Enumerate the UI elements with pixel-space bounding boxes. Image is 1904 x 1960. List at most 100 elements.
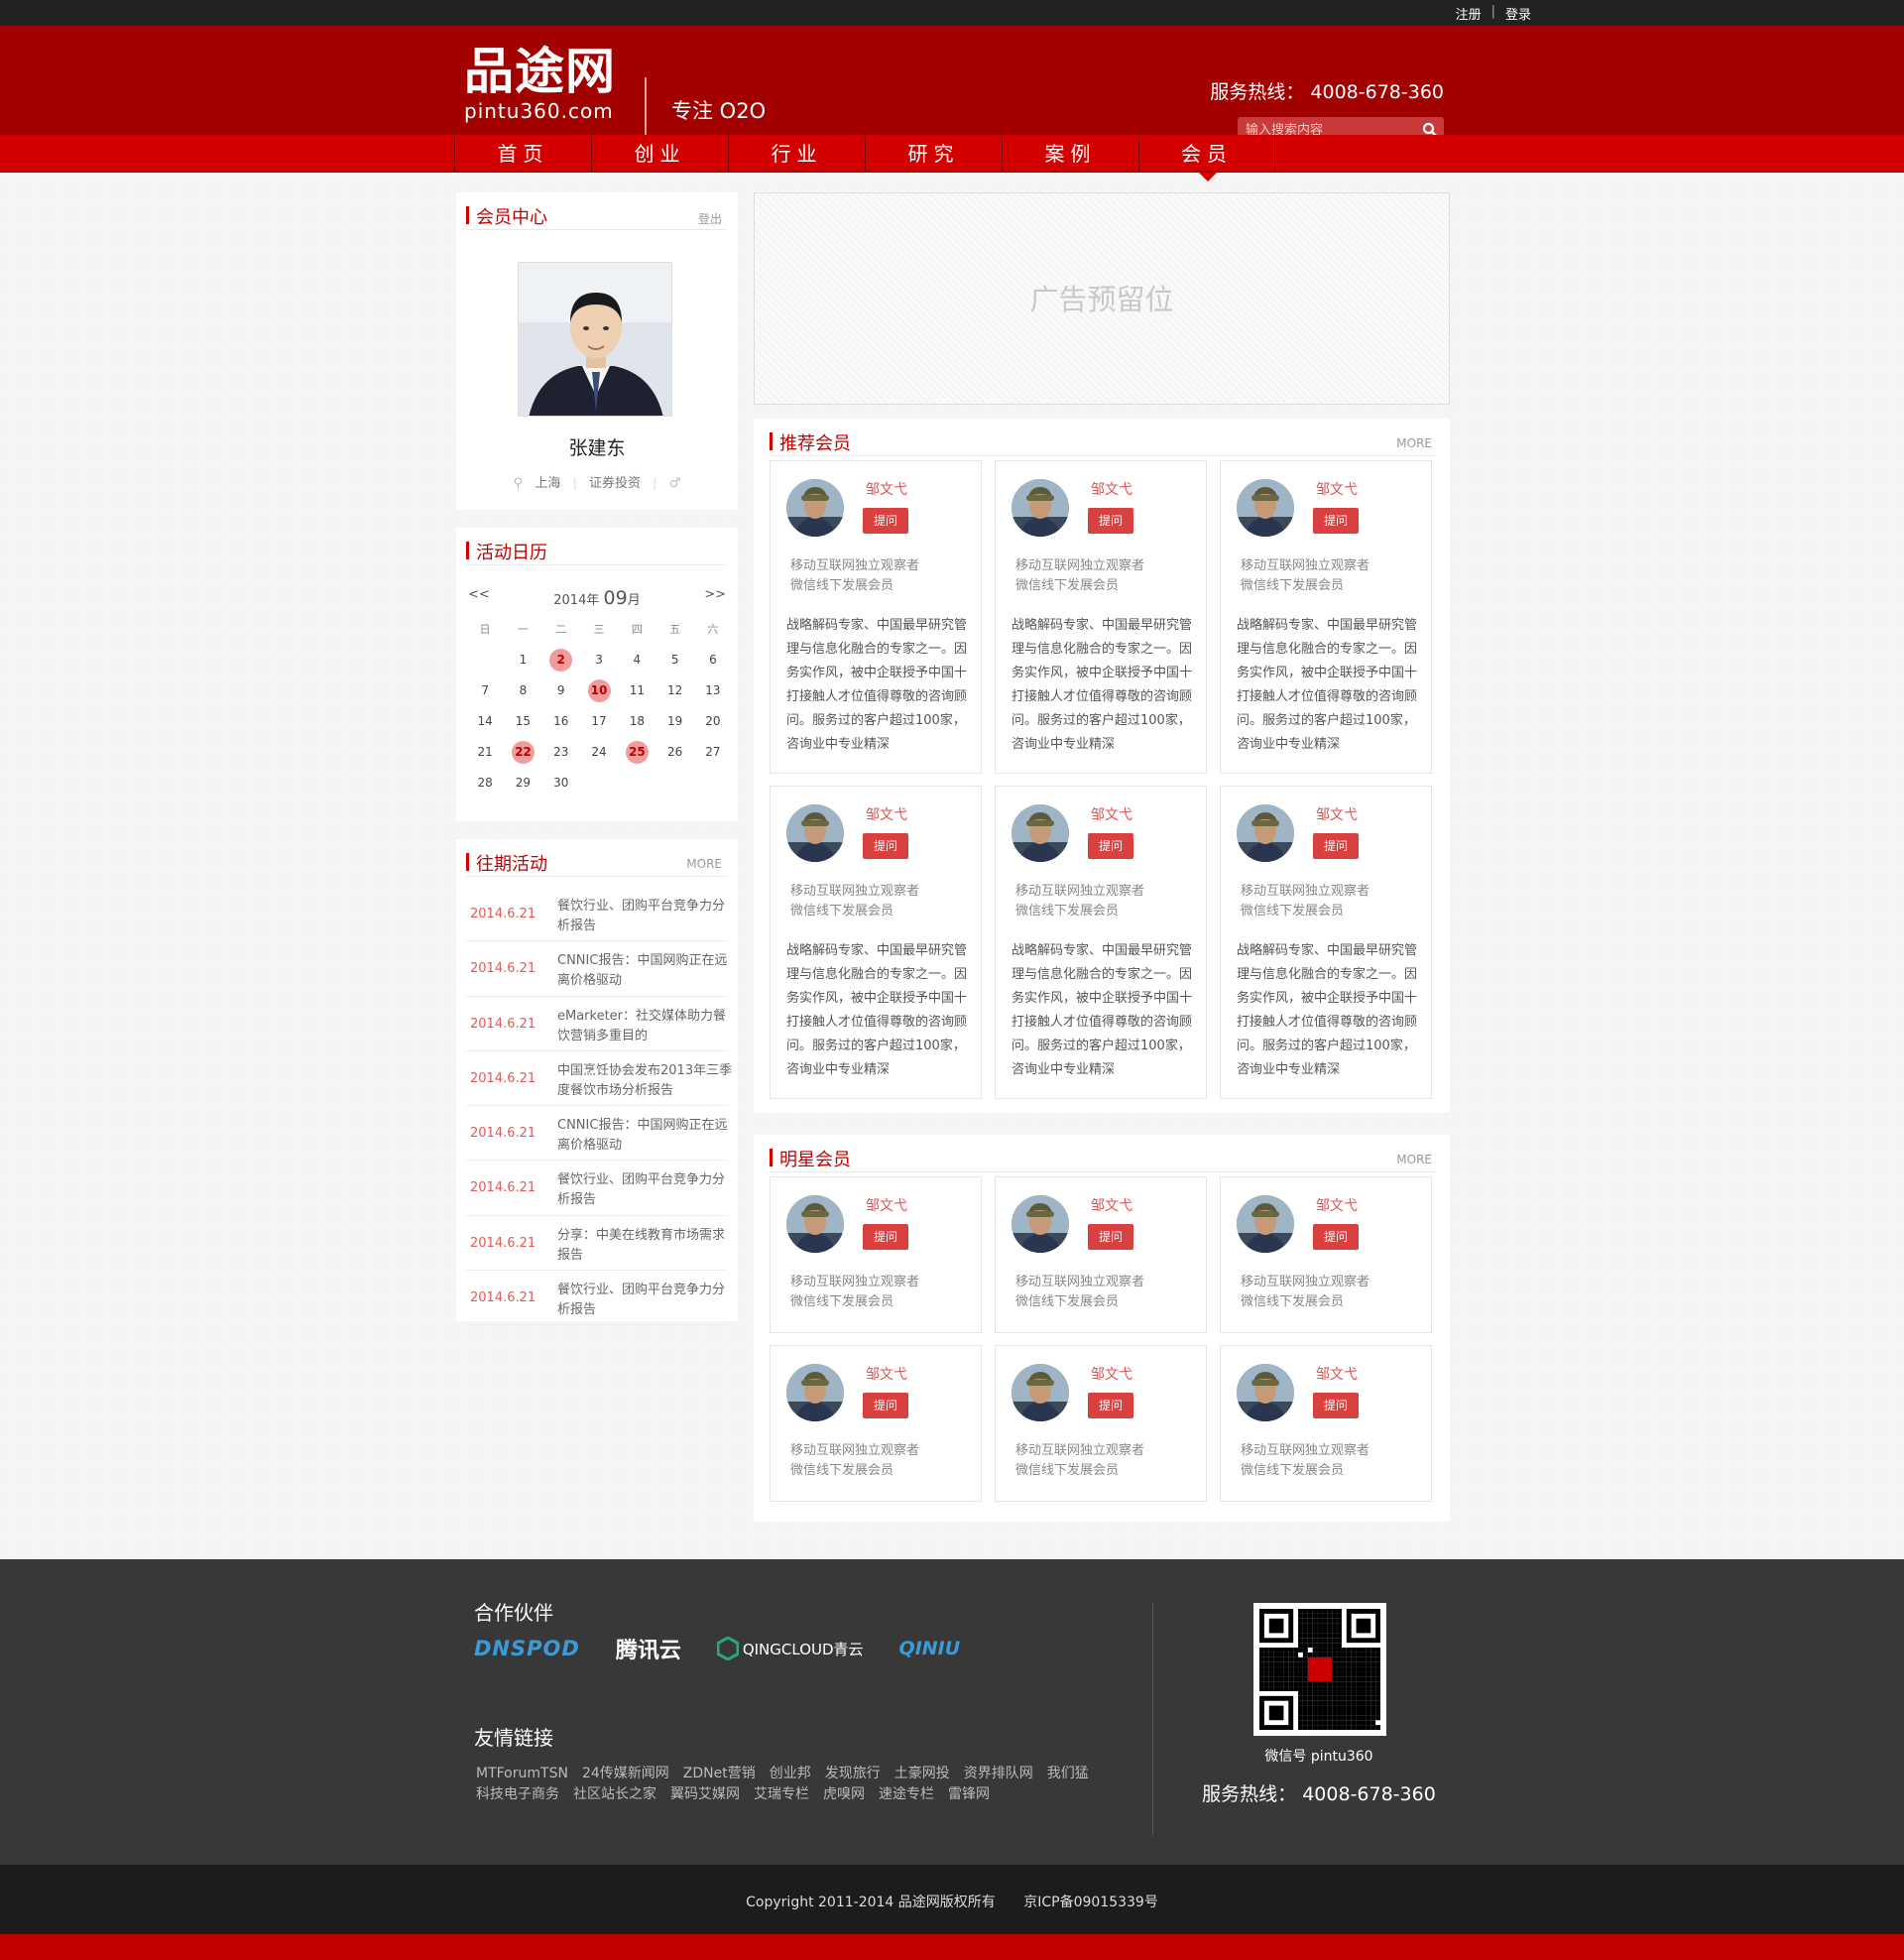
partner-qingcloud-logo[interactable]: QINGCLOUD青云 <box>716 1637 864 1660</box>
calendar-day[interactable]: 14 <box>466 709 504 734</box>
nav-item-5[interactable]: 会员 <box>1138 135 1275 182</box>
calendar-event-day[interactable]: 2 <box>549 649 573 672</box>
member-card[interactable]: 邹文弋 提问 移动互联网独立观察者 微信线下发展会员 <box>1220 1345 1432 1502</box>
friend-link[interactable]: 24传媒新闻网 <box>582 1766 669 1781</box>
ask-button[interactable]: 提问 <box>863 1393 908 1418</box>
calendar-day[interactable]: 7 <box>466 678 504 703</box>
member-card[interactable]: 邹文弋 提问 移动互联网独立观察者 微信线下发展会员 战略解码专家、中国最早研究管理与信… <box>1220 786 1432 1099</box>
calendar-day[interactable]: 22 <box>504 740 541 765</box>
activity-title[interactable]: 中国烹饪协会发布2013年三季度餐饮市场分析报告 <box>557 1061 734 1101</box>
recommended-more-link[interactable]: MORE <box>1396 436 1432 450</box>
activity-title[interactable]: 餐饮行业、团购平台竞争力分析报告 <box>557 897 734 936</box>
star-more-link[interactable]: MORE <box>1396 1153 1432 1166</box>
nav-item-1[interactable]: 创业 <box>591 135 728 173</box>
nav-item-4[interactable]: 案例 <box>1002 135 1138 173</box>
calendar-day[interactable]: 28 <box>466 771 504 796</box>
calendar-day[interactable]: 24 <box>580 740 618 765</box>
activity-title[interactable]: 餐饮行业、团购平台竞争力分析报告 <box>557 1281 734 1320</box>
ask-button[interactable]: 提问 <box>1313 1393 1359 1418</box>
avatar[interactable] <box>1012 804 1069 862</box>
member-name[interactable]: 邹文弋 <box>866 1195 907 1215</box>
calendar-event-day[interactable]: 10 <box>587 679 611 702</box>
calendar-event-day[interactable]: 22 <box>511 741 535 764</box>
member-name[interactable]: 邹文弋 <box>1091 479 1132 499</box>
site-logo[interactable]: 品途网 pintu360.com <box>464 44 616 124</box>
calendar-day[interactable]: 1 <box>504 648 541 673</box>
friend-link[interactable]: 虎嗅网 <box>823 1786 865 1802</box>
past-activity-item[interactable]: 2014.6.21 餐饮行业、团购平台竞争力分析报告 <box>466 1161 728 1216</box>
member-name[interactable]: 邹文弋 <box>1316 804 1358 824</box>
friend-link[interactable]: 速途专栏 <box>879 1786 934 1802</box>
logout-link[interactable]: 登出 <box>698 210 722 227</box>
calendar-day[interactable]: 15 <box>504 709 541 734</box>
friend-link[interactable]: 社区站长之家 <box>573 1786 656 1802</box>
calendar-day[interactable]: 11 <box>618 678 655 703</box>
friend-link[interactable]: 翼码艾媒网 <box>670 1786 740 1802</box>
member-card[interactable]: 邹文弋 提问 移动互联网独立观察者 微信线下发展会员 <box>995 1345 1207 1502</box>
ask-button[interactable]: 提问 <box>1313 833 1359 859</box>
avatar[interactable] <box>1012 479 1069 537</box>
activity-title[interactable]: CNNIC报告：中国网购正在远离价格驱动 <box>557 1116 734 1156</box>
activity-title[interactable]: 分享：中美在线教育市场需求报告 <box>557 1226 734 1266</box>
calendar-day[interactable]: 27 <box>694 740 732 765</box>
calendar-day[interactable]: 2 <box>542 648 580 673</box>
calendar-day[interactable]: 18 <box>618 709 655 734</box>
register-link[interactable]: 注册 <box>1456 4 1482 23</box>
past-activity-item[interactable]: 2014.6.21 中国烹饪协会发布2013年三季度餐饮市场分析报告 <box>466 1051 732 1107</box>
calendar-day[interactable]: 16 <box>542 709 580 734</box>
calendar-day[interactable]: 3 <box>580 648 618 673</box>
calendar-day[interactable]: 29 <box>504 771 541 796</box>
member-name[interactable]: 邹文弋 <box>1091 1364 1132 1384</box>
calendar-day[interactable]: 13 <box>694 678 732 703</box>
avatar[interactable] <box>1237 1364 1294 1421</box>
calendar-day[interactable]: 10 <box>580 678 618 703</box>
member-card[interactable]: 邹文弋 提问 移动互联网独立观察者 微信线下发展会员 战略解码专家、中国最早研究管理与信… <box>995 786 1207 1099</box>
past-activity-item[interactable]: 2014.6.21 CNNIC报告：中国网购正在远离价格驱动 <box>466 1106 728 1162</box>
avatar[interactable] <box>1237 1195 1294 1253</box>
activity-title[interactable]: 餐饮行业、团购平台竞争力分析报告 <box>557 1170 734 1210</box>
partner-dnspod-logo[interactable]: DNSPOD <box>474 1637 580 1660</box>
member-name[interactable]: 邹文弋 <box>866 479 907 499</box>
ask-button[interactable]: 提问 <box>1313 508 1359 534</box>
member-card[interactable]: 邹文弋 提问 移动互联网独立观察者 微信线下发展会员 战略解码专家、中国最早研究管理与信… <box>770 460 982 774</box>
avatar[interactable] <box>1237 479 1294 537</box>
avatar[interactable] <box>786 1195 844 1253</box>
calendar-day[interactable]: 9 <box>542 678 580 703</box>
friend-link[interactable]: 创业邦 <box>770 1766 811 1781</box>
ask-button[interactable]: 提问 <box>1088 833 1133 859</box>
past-activity-item[interactable]: 2014.6.21 CNNIC报告：中国网购正在远离价格驱动 <box>466 941 728 997</box>
calendar-day[interactable]: 26 <box>655 740 693 765</box>
calendar-day[interactable]: 20 <box>694 709 732 734</box>
ask-button[interactable]: 提问 <box>863 833 908 859</box>
calendar-day[interactable]: 30 <box>542 771 580 796</box>
member-card[interactable]: 邹文弋 提问 移动互联网独立观察者 微信线下发展会员 战略解码专家、中国最早研究管理与信… <box>995 460 1207 774</box>
ask-button[interactable]: 提问 <box>863 1224 908 1250</box>
ad-placeholder[interactable]: 广告预留位 <box>754 192 1450 405</box>
past-activity-item[interactable]: 2014.6.21 eMarketer：社交媒体助力餐饮营销多重目的 <box>466 997 728 1051</box>
calendar-day[interactable]: 23 <box>542 740 580 765</box>
friend-link[interactable]: 雷锋网 <box>948 1786 990 1802</box>
nav-item-2[interactable]: 行业 <box>728 135 865 173</box>
avatar[interactable] <box>786 479 844 537</box>
past-activity-item[interactable]: 2014.6.21 分享：中美在线教育市场需求报告 <box>466 1216 728 1272</box>
friend-link[interactable]: 发现旅行 <box>825 1766 881 1781</box>
member-name[interactable]: 邹文弋 <box>1091 1195 1132 1215</box>
member-name[interactable]: 邹文弋 <box>1316 479 1358 499</box>
member-card[interactable]: 邹文弋 提问 移动互联网独立观察者 微信线下发展会员 <box>1220 1176 1432 1333</box>
avatar[interactable] <box>786 804 844 862</box>
ask-button[interactable]: 提问 <box>1088 1393 1133 1418</box>
ask-button[interactable]: 提问 <box>1313 1224 1359 1250</box>
member-card[interactable]: 邹文弋 提问 移动互联网独立观察者 微信线下发展会员 战略解码专家、中国最早研究管理与信… <box>1220 460 1432 774</box>
past-activity-item[interactable]: 2014.6.21 餐饮行业、团购平台竞争力分析报告 <box>466 887 728 942</box>
calendar-day[interactable]: 8 <box>504 678 541 703</box>
calendar-day[interactable]: 4 <box>618 648 655 673</box>
login-link[interactable]: 登录 <box>1505 4 1531 23</box>
past-more-link[interactable]: MORE <box>686 857 722 871</box>
ask-button[interactable]: 提问 <box>863 508 908 534</box>
calendar-day[interactable]: 12 <box>655 678 693 703</box>
friend-link[interactable]: 艾瑞专栏 <box>754 1786 809 1802</box>
member-card[interactable]: 邹文弋 提问 移动互联网独立观察者 微信线下发展会员 <box>770 1176 982 1333</box>
next-month-button[interactable]: >> <box>704 587 726 602</box>
ask-button[interactable]: 提问 <box>1088 508 1133 534</box>
friend-link[interactable]: ZDNet营销 <box>683 1766 756 1781</box>
